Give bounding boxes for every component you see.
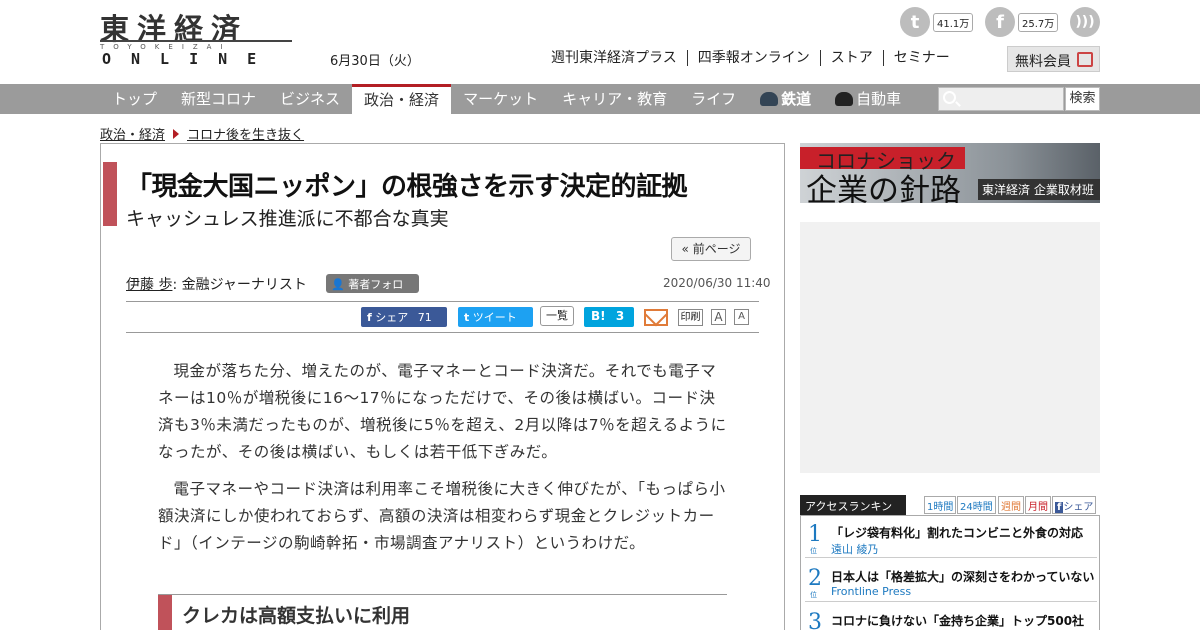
article-subtitle: キャッシュレス推進派に不都合な真実 — [126, 208, 449, 230]
author-role: : 金融ジャーナリスト — [172, 277, 307, 293]
facebook-share-count: 71 — [417, 311, 432, 324]
facebook-share-button[interactable]: f シェア 71 — [361, 307, 447, 327]
breadcrumb: 政治・経済 コロナ後を生き抜く — [100, 124, 304, 143]
facebook-count: 25.7万 — [1018, 12, 1059, 32]
twitter-count: 41.1万 — [933, 12, 974, 32]
tab-monthly[interactable]: 月間 — [1025, 496, 1051, 514]
logo-online[interactable]: ONLINE — [102, 50, 276, 68]
header-link-weekly[interactable]: 週刊東洋経済プラス — [551, 50, 687, 66]
free-member-button[interactable]: 無料会員 — [1007, 46, 1100, 72]
logo-divider — [100, 40, 292, 42]
rank-title: 日本人は「格差拡大」の深刻さをわかっていない — [831, 570, 1095, 584]
nav-covid[interactable]: 新型コロナ — [169, 84, 268, 114]
rss-link[interactable]: ))) — [1070, 7, 1100, 37]
author-name[interactable]: 伊藤 歩 — [126, 277, 172, 293]
nav-railway-label: 鉄道 — [781, 90, 812, 108]
car-icon — [835, 92, 854, 106]
twitter-icon: t — [464, 311, 470, 324]
header-link-seminar[interactable]: セミナー — [882, 50, 960, 66]
rank-suffix: 位 — [810, 547, 817, 555]
ranking-header: アクセスランキング 1時間 24時間 週間 月間 f シェア — [800, 495, 1100, 529]
nav-market[interactable]: マーケット — [451, 84, 550, 114]
train-icon — [760, 92, 779, 106]
header-links: 週刊東洋経済プラス 四季報オンライン ストア セミナー — [551, 50, 960, 66]
tweet-list-button[interactable]: 一覧 — [540, 306, 574, 326]
rss-icon: ))) — [1070, 7, 1100, 37]
tweet-button[interactable]: t ツイート — [458, 307, 533, 327]
heading-accent — [158, 595, 172, 630]
nav-railway[interactable]: 鉄道 — [748, 84, 823, 114]
facebook-share-label: シェア — [375, 311, 409, 324]
body-paragraph: 現金が落ちた分、増えたのが、電子マネーとコード決済だ。それでも電子マネーは10％… — [158, 362, 727, 461]
breadcrumb-politics[interactable]: 政治・経済 — [100, 124, 165, 143]
ranking-item[interactable]: 1 位 「レジ袋有料化」割れたコンビニと外食の対応 遠山 綾乃 — [805, 518, 1097, 558]
rank-title: コロナに負けない「金持ち企業」トップ500社 — [831, 614, 1085, 628]
nav-career[interactable]: キャリア・教育 — [550, 84, 679, 114]
gift-icon — [1077, 52, 1093, 67]
article-body: 現金が落ちた分、増えたのが、電子マネーとコード決済だ。それでも電子マネーは10％… — [158, 358, 728, 567]
print-button[interactable]: 印刷 — [678, 309, 703, 326]
search-button[interactable]: 検索 — [1065, 87, 1100, 111]
rank-number: 2 — [808, 566, 822, 591]
nav-car-label: 自動車 — [856, 90, 902, 108]
ranking-list: 1 位 「レジ袋有料化」割れたコンビニと外食の対応 遠山 綾乃 2 位 日本人は… — [800, 515, 1100, 630]
nav-politics-economy[interactable]: 政治・経済 — [352, 84, 452, 114]
rank-suffix: 位 — [810, 591, 817, 599]
divider — [126, 301, 759, 302]
header-date: 6月30日（火） — [330, 54, 420, 69]
free-member-label: 無料会員 — [1015, 54, 1071, 70]
font-size-large-button[interactable]: A — [711, 309, 726, 325]
hatena-bookmark-button[interactable]: B! 3 — [584, 307, 634, 327]
mail-icon[interactable] — [644, 309, 668, 326]
rank-author: Frontline Press — [831, 585, 912, 598]
tab-24h[interactable]: 24時間 — [957, 496, 996, 514]
hatena-icon: B! — [591, 309, 606, 323]
breadcrumb-arrow-icon — [173, 128, 180, 139]
person-icon: 👤 — [331, 278, 345, 291]
author-line: 伊藤 歩: 金融ジャーナリスト — [126, 274, 307, 294]
tab-share-label: シェア — [1063, 502, 1094, 513]
section-heading: クレカは高額支払いに利用 — [158, 594, 727, 630]
tab-share[interactable]: f シェア — [1052, 496, 1097, 514]
nav-car[interactable]: 自動車 — [823, 84, 913, 114]
ranking-item[interactable]: 2 位 日本人は「格差拡大」の深刻さをわかっていない Frontline Pre… — [805, 562, 1097, 602]
facebook-follow[interactable]: f 25.7万 — [985, 7, 1059, 37]
rank-number: 1 — [808, 522, 822, 547]
nav-items: トップ 新型コロナ ビジネス 政治・経済 マーケット キャリア・教育 ライフ 鉄… — [100, 84, 913, 114]
hatena-count: 3 — [615, 309, 625, 323]
article-title: 「現金大国ニッポン」の根強さを示す決定的証拠 — [126, 172, 688, 202]
breadcrumb-series[interactable]: コロナ後を生き抜く — [187, 124, 304, 143]
header-link-store[interactable]: ストア — [819, 50, 883, 66]
ranking-label: アクセスランキング — [800, 495, 906, 529]
nav-top[interactable]: トップ — [100, 84, 169, 114]
font-size-small-button[interactable]: A — [734, 309, 749, 325]
tweet-label: ツイート — [472, 311, 517, 324]
rank-title: 「レジ袋有料化」割れたコンビニと外食の対応 — [831, 526, 1084, 540]
prev-page-button[interactable]: « 前ページ — [671, 237, 751, 261]
facebook-icon: f — [367, 311, 372, 324]
banner-caption: 東洋経済 企業取材班 — [978, 179, 1100, 200]
search-input[interactable] — [938, 87, 1064, 111]
tab-weekly[interactable]: 週間 — [998, 496, 1024, 514]
divider — [126, 332, 759, 333]
twitter-icon: t — [900, 7, 930, 37]
rank-number: 3 — [808, 610, 822, 630]
banner-line2: 企業の針路 — [806, 173, 961, 203]
facebook-icon: f — [985, 7, 1015, 37]
header-link-shikiho[interactable]: 四季報オンライン — [686, 50, 820, 66]
body-paragraph: 電子マネーやコード決済は利用率こそ増税後に大きく伸びたが、「もっぱら小額決済にし… — [158, 480, 726, 552]
author-follow-button[interactable]: 👤 著者フォロー — [326, 274, 419, 307]
nav-life[interactable]: ライフ — [679, 84, 748, 114]
publish-date: 2020/06/30 11:40 — [663, 276, 771, 290]
twitter-follow[interactable]: t 41.1万 — [900, 7, 974, 37]
ranking-item[interactable]: 3 コロナに負けない「金持ち企業」トップ500社 — [805, 606, 1097, 630]
ad-placeholder — [800, 222, 1100, 473]
search-icon — [943, 91, 956, 104]
nav-business[interactable]: ビジネス — [268, 84, 352, 114]
series-banner[interactable]: コロナショック 企業の針路 東洋経済 企業取材班 — [800, 143, 1100, 203]
title-accent — [103, 162, 117, 226]
rank-author: 遠山 綾乃 — [831, 543, 879, 556]
section-heading-text: クレカは高額支払いに利用 — [182, 605, 411, 627]
tab-1h[interactable]: 1時間 — [924, 496, 957, 514]
